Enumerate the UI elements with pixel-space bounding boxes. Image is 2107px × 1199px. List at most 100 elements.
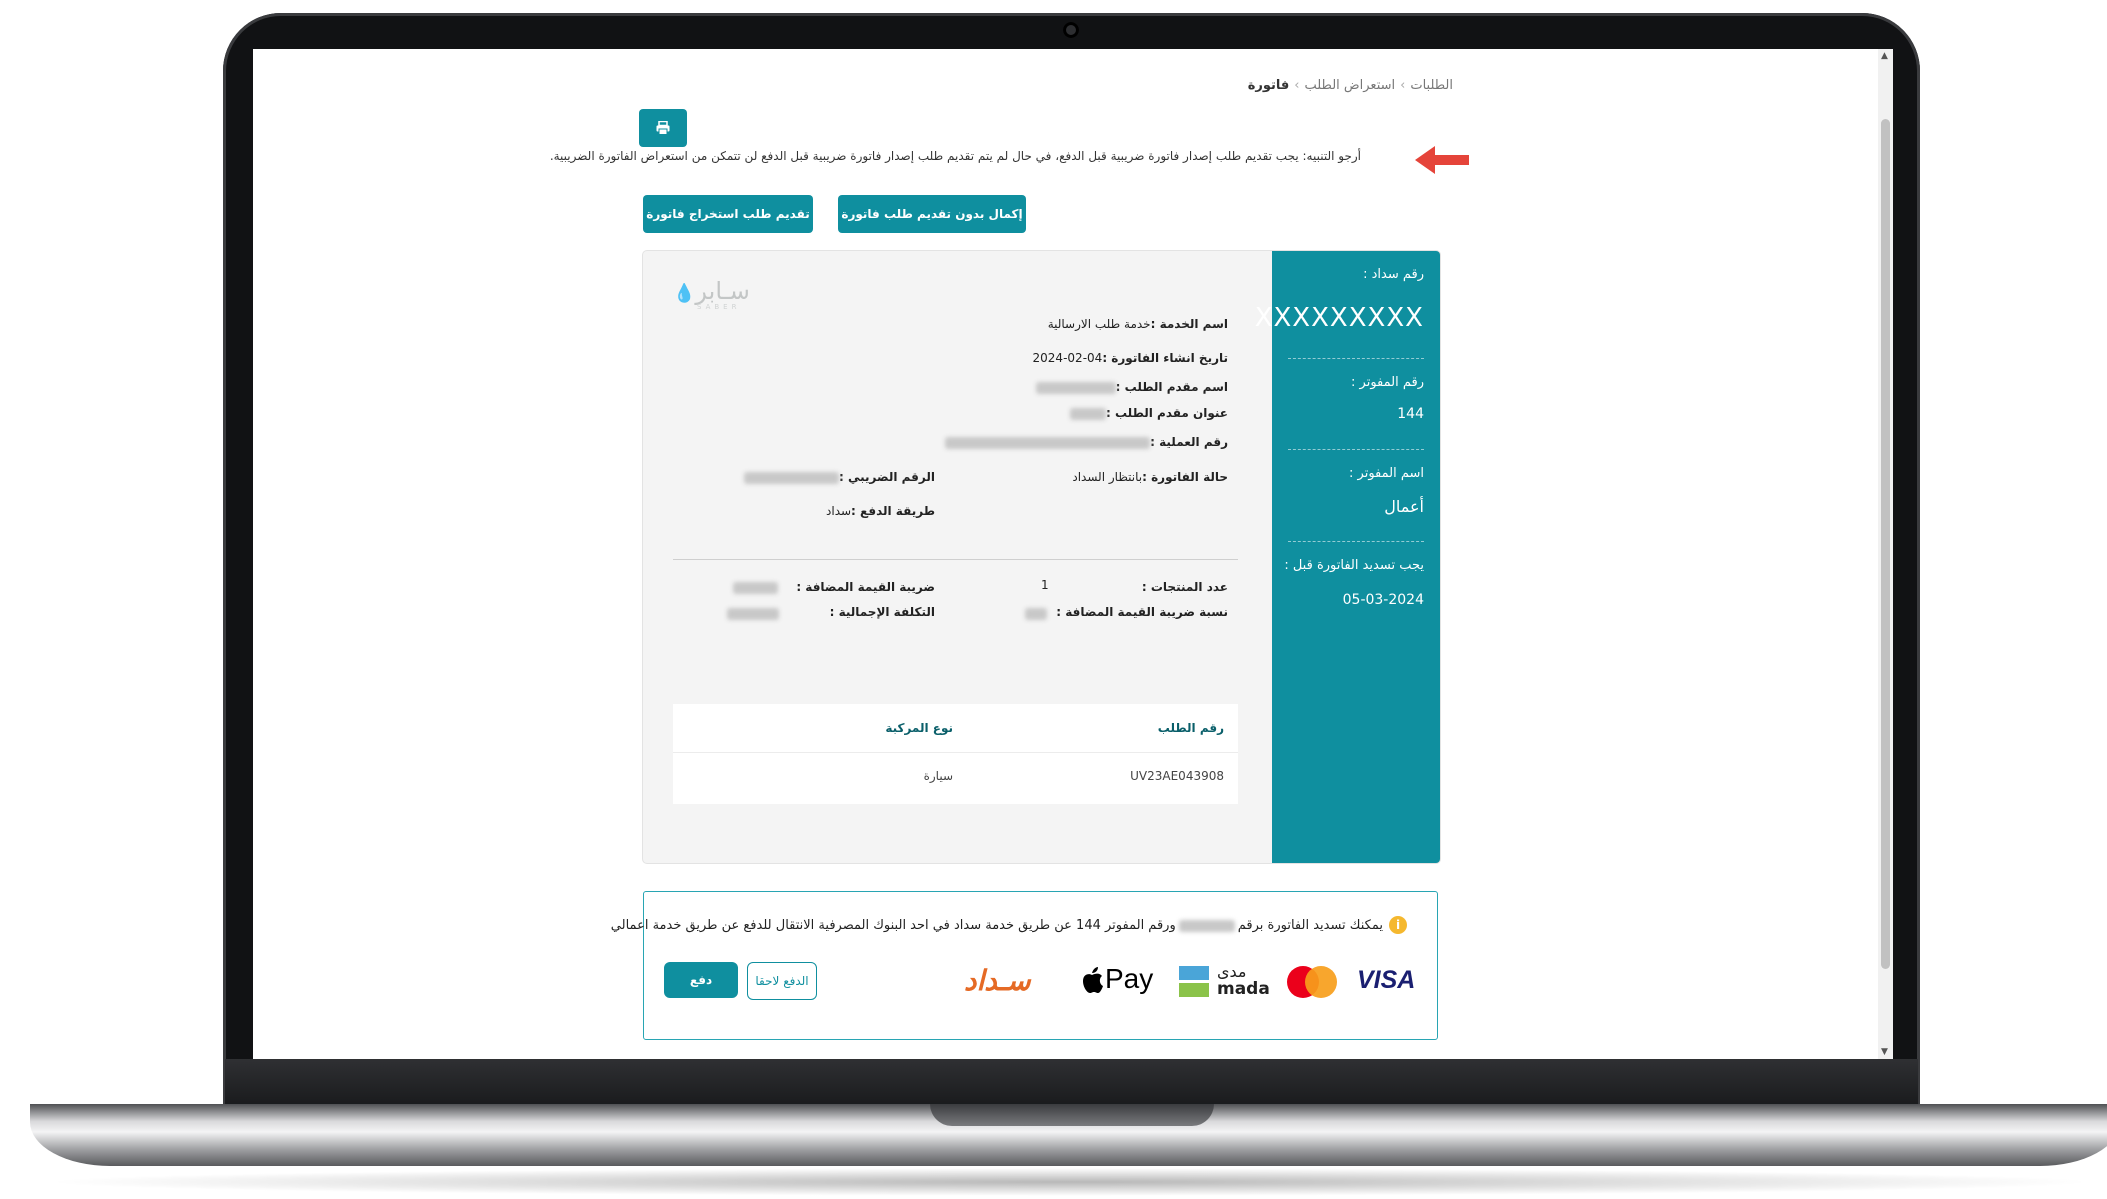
saber-logo-drop-icon: 💧 bbox=[673, 283, 696, 304]
redacted-value bbox=[945, 436, 1151, 449]
apple-icon bbox=[1083, 967, 1103, 993]
side-divider bbox=[1288, 449, 1424, 450]
vat-label: ضريبة القيمة المضافة : bbox=[796, 580, 935, 594]
column-header-order-number: رقم الطلب bbox=[1157, 721, 1224, 735]
payment-method-value: سداد bbox=[826, 504, 852, 518]
breadcrumb-separator: › bbox=[1294, 78, 1300, 93]
saber-logo: 💧سـابر bbox=[673, 277, 750, 305]
redacted-value bbox=[1035, 381, 1116, 394]
mada-english-text: mada bbox=[1217, 979, 1270, 999]
saber-logo-text: سـابر bbox=[695, 277, 750, 305]
laptop-chin bbox=[225, 1059, 1918, 1105]
warning-arrow-icon bbox=[1415, 146, 1469, 174]
breadcrumb: الطلبات › استعراض الطلب › فاتورة bbox=[1153, 78, 1453, 93]
applicant-address-field: عنوان مقدم الطلب : bbox=[1069, 406, 1228, 420]
service-value: خدمة طلب الارسالية bbox=[1047, 317, 1151, 331]
vat-rate-label: نسبة ضريبة القيمة المضافة : bbox=[1056, 605, 1228, 619]
biller-number-value: 144 bbox=[1397, 406, 1424, 422]
scroll-thumb[interactable] bbox=[1881, 119, 1890, 969]
status-field: حالة الفاتورة :بانتظار السداد bbox=[1072, 470, 1228, 484]
payment-message: i يمكنك تسديد الفاتورة برقم ورقم المفوتر 1… bbox=[611, 916, 1407, 934]
total-field: التكلفة الإجمالية : bbox=[830, 605, 935, 619]
service-field: اسم الخدمة :خدمة طلب الارسالية bbox=[1048, 317, 1228, 331]
transaction-field: رقم العملية : bbox=[945, 435, 1228, 449]
biller-name-value: أعمال bbox=[1384, 497, 1424, 516]
payment-message-part1: يمكنك تسديد الفاتورة برقم bbox=[1237, 918, 1383, 933]
vertical-scrollbar[interactable]: ▲ ▼ bbox=[1878, 49, 1893, 1059]
vat-rate-field: نسبة ضريبة القيمة المضافة : bbox=[1056, 605, 1228, 619]
apple-pay-logo: Pay bbox=[1081, 962, 1161, 1002]
tax-number-label: الرقم الضريبي : bbox=[839, 470, 935, 484]
due-date-value: 05-03-2024 bbox=[1342, 592, 1424, 608]
visa-text: VISA bbox=[1357, 966, 1416, 994]
products-count-field: عدد المنتجات : bbox=[1142, 580, 1228, 594]
scroll-down-arrow-icon[interactable]: ▼ bbox=[1881, 1047, 1888, 1057]
redacted-value bbox=[727, 608, 779, 620]
biller-number-label: رقم المفوتر : bbox=[1351, 375, 1424, 390]
continue-without-tax-invoice-button[interactable]: إكمال بدون تقديم طلب فاتورة ضريبية bbox=[838, 195, 1026, 259]
products-count-value: 1 bbox=[1041, 578, 1049, 592]
print-button[interactable] bbox=[639, 109, 687, 147]
redacted-value bbox=[1025, 608, 1047, 620]
created-date-label: تاريخ انشاء الفاتورة : bbox=[1102, 351, 1228, 365]
vat-field: ضريبة القيمة المضافة : bbox=[796, 580, 935, 594]
breadcrumb-orders[interactable]: الطلبات bbox=[1410, 78, 1453, 93]
sadad-number-value: XXXXXXXXX bbox=[1254, 303, 1424, 333]
camera bbox=[1063, 22, 1079, 38]
visa-logo: VISA bbox=[1357, 962, 1419, 1002]
screen: ▲ ▼ الطلبات › استعراض الطلب › فاتورة أرجو ال… bbox=[253, 49, 1893, 1059]
sadad-number-label: رقم سداد : bbox=[1363, 267, 1424, 282]
table-header-row: رقم الطلب نوع المركبة bbox=[673, 704, 1238, 753]
laptop-notch bbox=[930, 1104, 1214, 1126]
breadcrumb-view-order[interactable]: استعراض الطلب bbox=[1304, 78, 1395, 93]
saber-logo-subtext: SABER bbox=[697, 303, 741, 311]
breadcrumb-current: فاتورة bbox=[1247, 78, 1290, 93]
payment-method-label: طريقة الدفع : bbox=[851, 504, 935, 518]
pay-later-button[interactable]: الدفع لاحقا bbox=[747, 962, 817, 1000]
redacted-value bbox=[1069, 407, 1106, 420]
sadad-logo-text: سـداد bbox=[964, 964, 1031, 997]
invoice-summary-panel: رقم سداد : XXXXXXXXX رقم المفوتر : 144 ا… bbox=[1255, 251, 1440, 863]
redacted-value bbox=[733, 582, 778, 594]
table-row: UV23AE043908 سيارة bbox=[673, 753, 1238, 801]
divider bbox=[673, 559, 1238, 560]
applicant-name-field: اسم مقدم الطلب : bbox=[1035, 380, 1228, 394]
applicant-address-label: عنوان مقدم الطلب : bbox=[1105, 406, 1228, 420]
redacted-value bbox=[744, 471, 840, 484]
payment-box: i يمكنك تسديد الفاتورة برقم ورقم المفوتر 1… bbox=[611, 891, 1438, 1040]
mastercard-logo bbox=[1287, 962, 1339, 1002]
vehicle-type-cell: سيارة bbox=[923, 769, 953, 783]
status-label: حالة الفاتورة : bbox=[1142, 470, 1228, 484]
printer-icon bbox=[656, 121, 670, 135]
total-label: التكلفة الإجمالية : bbox=[829, 605, 935, 619]
redacted-value bbox=[1178, 919, 1235, 932]
created-date-value: 04-02-2024 bbox=[1032, 351, 1103, 365]
due-date-label: يجب تسديد الفاتورة قبل : bbox=[1284, 558, 1424, 573]
orders-table: رقم الطلب نوع المركبة UV23AE043908 سيارة bbox=[673, 704, 1238, 804]
info-icon: i bbox=[1389, 916, 1407, 934]
column-header-vehicle-type: نوع المركبة bbox=[885, 721, 953, 735]
scroll-up-arrow-icon[interactable]: ▲ bbox=[1881, 51, 1888, 61]
side-divider bbox=[1288, 358, 1424, 359]
order-number-cell: UV23AE043908 bbox=[1130, 769, 1224, 783]
applicant-name-label: اسم مقدم الطلب : bbox=[1115, 380, 1228, 394]
mada-logo: مدى mada bbox=[1179, 962, 1270, 1002]
side-divider bbox=[1288, 541, 1424, 542]
biller-name-label: اسم المفوتر : bbox=[1349, 466, 1424, 481]
tax-invoice-notice: أرجو التنبيه: يجب تقديم طلب إصدار فاتورة… bbox=[549, 149, 1361, 163]
created-date-field: تاريخ انشاء الفاتورة :04-02-2024 bbox=[1033, 351, 1228, 365]
status-value: بانتظار السداد bbox=[1072, 470, 1143, 484]
apple-pay-text: Pay bbox=[1105, 963, 1154, 994]
invoice-card: 💧سـابر SABER اسم الخدمة :خدمة طلب الارسا… bbox=[643, 251, 1440, 863]
breadcrumb-separator: › bbox=[1400, 78, 1406, 93]
sadad-logo: سـداد bbox=[964, 962, 1056, 1002]
laptop-shadow bbox=[40, 1168, 2100, 1196]
payment-message-part2: ورقم المفوتر 144 عن طريق خدمة سداد في اح… bbox=[610, 918, 1176, 933]
request-tax-invoice-button[interactable]: تقديم طلب استخراج فاتورة ضريبية bbox=[643, 195, 813, 259]
products-count-label: عدد المنتجات : bbox=[1141, 580, 1228, 594]
transaction-label: رقم العملية : bbox=[1150, 435, 1228, 449]
payment-method-field: طريقة الدفع :سداد bbox=[826, 504, 935, 518]
tax-number-field: الرقم الضريبي : bbox=[744, 470, 935, 484]
pay-invoice-button[interactable]: دفع الفاتورة bbox=[664, 962, 738, 1023]
service-label: اسم الخدمة : bbox=[1150, 317, 1228, 331]
